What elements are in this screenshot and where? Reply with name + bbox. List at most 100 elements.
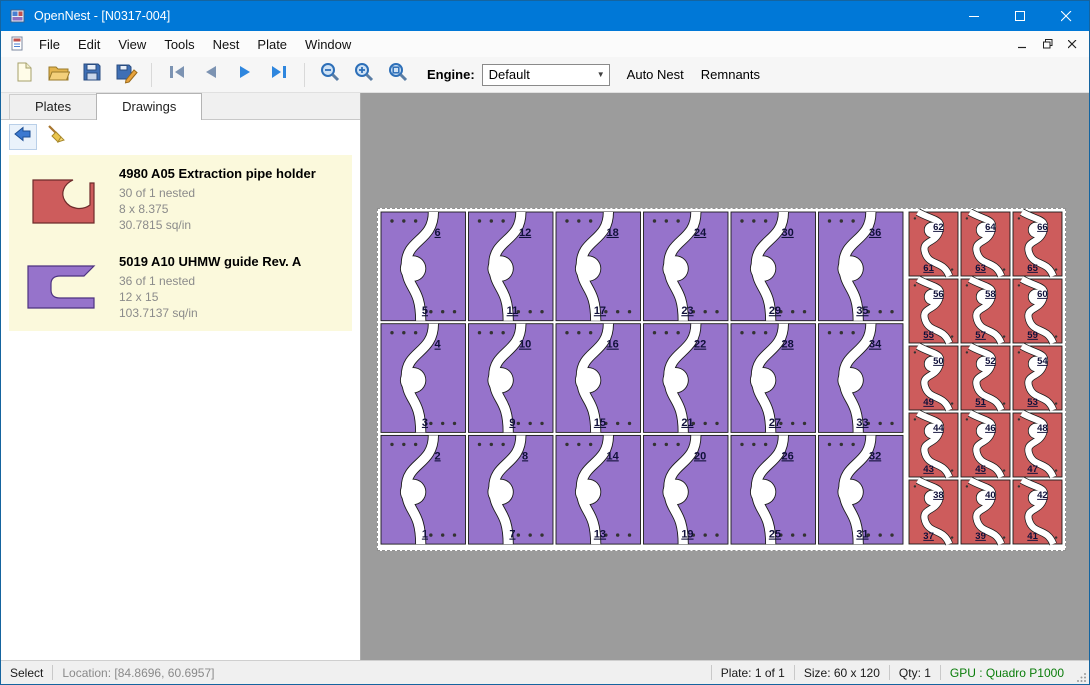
status-bar: Select Location: [84.8696, 60.6957] Plat… bbox=[1, 660, 1089, 684]
part-number: 43 bbox=[923, 464, 934, 475]
purple-part-pair[interactable]: 3635 bbox=[819, 212, 904, 321]
menu-nest[interactable]: Nest bbox=[204, 32, 249, 57]
part-number: 64 bbox=[985, 222, 996, 233]
zoom-out-button[interactable] bbox=[314, 60, 346, 90]
purple-part-pair[interactable]: 109 bbox=[469, 324, 554, 433]
menu-edit[interactable]: Edit bbox=[69, 32, 109, 57]
purple-part-pair[interactable]: 1615 bbox=[556, 324, 641, 433]
red-part-pair[interactable]: 4241 bbox=[1013, 480, 1062, 544]
left-panel: Plates Drawings bbox=[1, 93, 361, 660]
broom-icon bbox=[46, 124, 66, 149]
purple-part-pair[interactable]: 2423 bbox=[644, 212, 729, 321]
red-part-pair[interactable]: 4039 bbox=[961, 480, 1010, 544]
purple-part-pair[interactable]: 3029 bbox=[731, 212, 816, 321]
new-file-button[interactable] bbox=[8, 60, 40, 90]
auto-nest-button[interactable]: Auto Nest bbox=[627, 67, 684, 82]
last-plate-button[interactable] bbox=[263, 60, 295, 90]
part-number: 41 bbox=[1027, 531, 1038, 542]
purple-part-pair[interactable]: 3433 bbox=[819, 324, 904, 433]
save-as-button[interactable] bbox=[110, 60, 142, 90]
first-plate-button[interactable] bbox=[161, 60, 193, 90]
part-number: 19 bbox=[681, 529, 693, 541]
send-to-nest-button[interactable] bbox=[9, 124, 37, 150]
maximize-button[interactable] bbox=[997, 1, 1043, 31]
purple-part-pair[interactable]: 2625 bbox=[731, 435, 816, 544]
previous-plate-button[interactable] bbox=[195, 60, 227, 90]
red-part-pair[interactable]: 6665 bbox=[1013, 212, 1062, 276]
part-number: 24 bbox=[694, 227, 707, 239]
red-part-pair[interactable]: 4847 bbox=[1013, 413, 1062, 477]
purple-part-pair[interactable]: 1413 bbox=[556, 435, 641, 544]
mdi-document-icon[interactable] bbox=[10, 36, 26, 52]
part-number: 60 bbox=[1037, 289, 1048, 300]
close-button[interactable] bbox=[1043, 1, 1089, 31]
purple-part-pair[interactable]: 3231 bbox=[819, 435, 904, 544]
part-number: 33 bbox=[856, 417, 868, 429]
menu-file[interactable]: File bbox=[30, 32, 69, 57]
part-number: 51 bbox=[975, 397, 986, 408]
save-button[interactable] bbox=[76, 60, 108, 90]
resize-grip[interactable] bbox=[1073, 661, 1089, 684]
purple-part-pair[interactable]: 2221 bbox=[644, 324, 729, 433]
zoom-extents-button[interactable] bbox=[382, 60, 414, 90]
engine-select[interactable]: Default ▼ bbox=[482, 64, 610, 86]
zoom-extents-icon bbox=[387, 61, 409, 88]
red-part-pair[interactable]: 5049 bbox=[909, 346, 958, 410]
drawing-size: 8 x 8.375 bbox=[119, 201, 344, 217]
purple-part-pair[interactable]: 87 bbox=[469, 435, 554, 544]
status-gpu: GPU : Quadro P1000 bbox=[941, 661, 1073, 684]
next-arrow-icon bbox=[236, 64, 254, 85]
open-file-button[interactable] bbox=[42, 60, 74, 90]
part-number: 59 bbox=[1027, 330, 1038, 341]
red-part-pair[interactable]: 4443 bbox=[909, 413, 958, 477]
menu-bar: File Edit View Tools Nest Plate Window bbox=[1, 31, 1089, 57]
red-part-pair[interactable]: 6463 bbox=[961, 212, 1010, 276]
blue-arrow-icon bbox=[13, 125, 33, 148]
next-plate-button[interactable] bbox=[229, 60, 261, 90]
mdi-restore-icon[interactable] bbox=[1035, 34, 1060, 55]
purple-part-pair[interactable]: 21 bbox=[381, 435, 466, 544]
red-part-pair[interactable]: 5251 bbox=[961, 346, 1010, 410]
menu-window[interactable]: Window bbox=[296, 32, 360, 57]
red-part-pair[interactable]: 5857 bbox=[961, 279, 1010, 343]
purple-part-pair[interactable]: 2019 bbox=[644, 435, 729, 544]
remnants-button[interactable]: Remnants bbox=[701, 67, 760, 82]
list-item[interactable]: 5019 A10 UHMW guide Rev. A 36 of 1 neste… bbox=[9, 243, 352, 331]
part-number: 37 bbox=[923, 531, 934, 542]
nest-canvas[interactable]: 6512111817242330293635431091615222128273… bbox=[361, 93, 1089, 660]
menu-plate[interactable]: Plate bbox=[248, 32, 296, 57]
red-part-pair[interactable]: 6261 bbox=[909, 212, 958, 276]
tab-plates[interactable]: Plates bbox=[9, 94, 97, 119]
red-part-pair[interactable]: 5655 bbox=[909, 279, 958, 343]
part-number: 26 bbox=[781, 450, 793, 462]
clear-drawings-button[interactable] bbox=[42, 124, 70, 150]
purple-part-pair[interactable]: 2827 bbox=[731, 324, 816, 433]
tab-drawings[interactable]: Drawings bbox=[96, 93, 202, 120]
red-part-pair[interactable]: 5453 bbox=[1013, 346, 1062, 410]
part-number: 10 bbox=[519, 339, 531, 351]
part-number: 47 bbox=[1027, 464, 1038, 475]
minimize-button[interactable] bbox=[951, 1, 997, 31]
part-number: 30 bbox=[781, 227, 793, 239]
purple-part-pair[interactable]: 1211 bbox=[469, 212, 554, 321]
zoom-in-button[interactable] bbox=[348, 60, 380, 90]
menu-tools[interactable]: Tools bbox=[155, 32, 203, 57]
plate-sheet[interactable]: 6512111817242330293635431091615222128273… bbox=[377, 208, 1066, 551]
mdi-close-icon[interactable] bbox=[1060, 34, 1085, 55]
menu-view[interactable]: View bbox=[109, 32, 155, 57]
purple-part-pair[interactable]: 43 bbox=[381, 324, 466, 433]
red-part-pair[interactable]: 4645 bbox=[961, 413, 1010, 477]
mdi-minimize-icon[interactable] bbox=[1010, 34, 1035, 55]
list-item[interactable]: 4980 A05 Extraction pipe holder 30 of 1 … bbox=[9, 155, 352, 243]
part-number: 54 bbox=[1037, 356, 1048, 367]
status-plate-count: Plate: 1 of 1 bbox=[712, 661, 794, 684]
part-number: 36 bbox=[869, 227, 881, 239]
purple-part-pair[interactable]: 1817 bbox=[556, 212, 641, 321]
purple-part-pair[interactable]: 65 bbox=[381, 212, 466, 321]
red-part-pair[interactable]: 60 59 bbox=[1013, 279, 1062, 343]
part-number: 3 bbox=[422, 417, 428, 429]
part-number: 28 bbox=[781, 339, 793, 351]
part-number: 20 bbox=[694, 450, 706, 462]
save-as-icon bbox=[115, 61, 138, 89]
red-part-pair[interactable]: 3837 bbox=[909, 480, 958, 544]
